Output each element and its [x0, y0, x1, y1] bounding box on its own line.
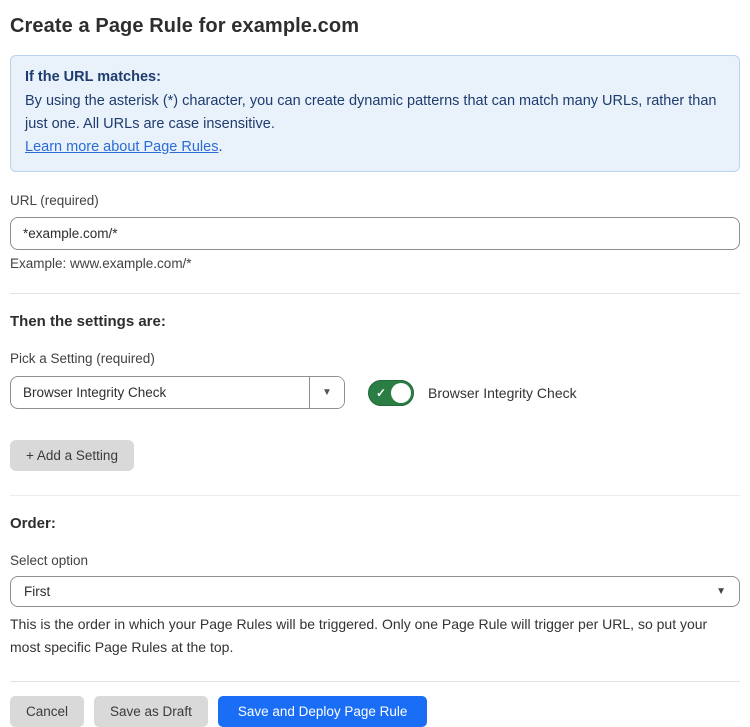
- order-helper-text: This is the order in which your Page Rul…: [10, 613, 740, 659]
- save-deploy-button[interactable]: Save and Deploy Page Rule: [218, 696, 428, 727]
- setting-dropdown-arrow-button[interactable]: ▼: [309, 377, 344, 408]
- select-option-label: Select option: [10, 553, 740, 568]
- section-divider: [10, 495, 740, 496]
- form-actions: Cancel Save as Draft Save and Deploy Pag…: [10, 696, 740, 727]
- info-box-heading: If the URL matches:: [25, 66, 725, 89]
- toggle-knob: [391, 383, 411, 403]
- settings-heading: Then the settings are:: [10, 313, 740, 330]
- url-match-info-box: If the URL matches: By using the asteris…: [10, 55, 740, 172]
- page-title: Create a Page Rule for example.com: [10, 15, 740, 38]
- url-label: URL (required): [10, 193, 740, 208]
- section-divider: [10, 681, 740, 682]
- browser-integrity-toggle[interactable]: ✓: [368, 380, 414, 406]
- check-icon: ✓: [376, 387, 386, 399]
- pick-setting-label: Pick a Setting (required): [10, 351, 740, 366]
- info-box-body: By using the asterisk (*) character, you…: [25, 90, 725, 136]
- setting-row: Browser Integrity Check ▼ ✓ Browser Inte…: [10, 376, 740, 409]
- chevron-down-icon: ▼: [716, 586, 726, 597]
- url-helper-text: Example: www.example.com/*: [10, 256, 740, 271]
- setting-dropdown-value: Browser Integrity Check: [11, 377, 309, 408]
- order-select-value: First: [24, 584, 50, 599]
- toggle-label: Browser Integrity Check: [428, 385, 577, 401]
- order-select[interactable]: First ▼: [10, 576, 740, 607]
- chevron-down-icon: ▼: [322, 387, 332, 398]
- save-draft-button[interactable]: Save as Draft: [94, 696, 208, 727]
- url-input[interactable]: [10, 217, 740, 250]
- learn-more-link[interactable]: Learn more about Page Rules: [25, 139, 218, 155]
- link-suffix: .: [218, 139, 222, 155]
- info-box-link-line: Learn more about Page Rules.: [25, 136, 725, 159]
- setting-dropdown[interactable]: Browser Integrity Check ▼: [10, 376, 345, 409]
- cancel-button[interactable]: Cancel: [10, 696, 84, 727]
- page-rule-form: Create a Page Rule for example.com If th…: [0, 0, 750, 727]
- add-setting-button[interactable]: + Add a Setting: [10, 440, 134, 471]
- order-heading: Order:: [10, 515, 740, 532]
- section-divider: [10, 293, 740, 294]
